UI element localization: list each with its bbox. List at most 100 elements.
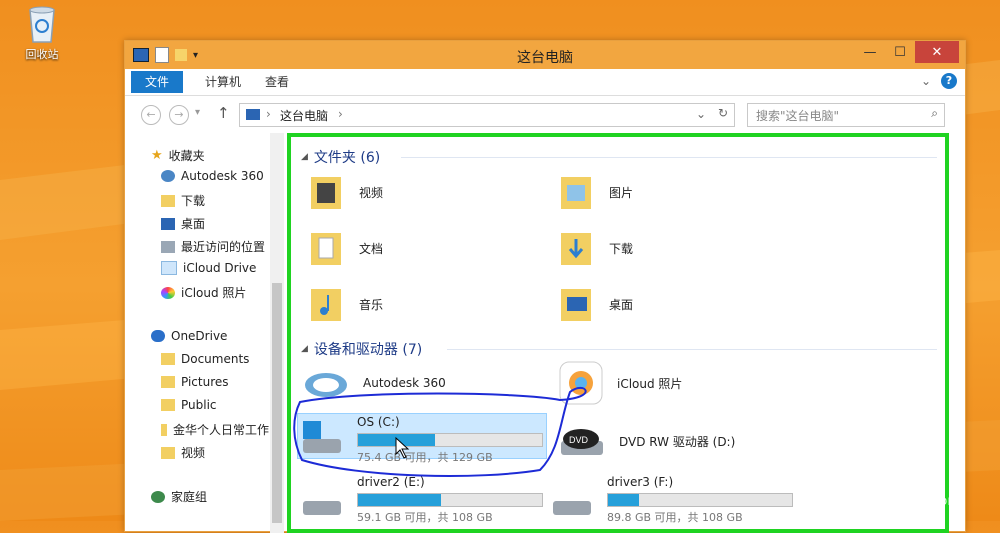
back-button[interactable]: ← xyxy=(141,105,161,125)
help-icon[interactable]: ? xyxy=(941,73,957,89)
documents-folder-icon xyxy=(311,233,341,265)
drive-d-dvd[interactable]: DVD DVD RW 驱动器 (D:) xyxy=(559,421,735,461)
downloads-folder-icon xyxy=(561,233,591,265)
ribbon-tabs: 文件 计算机 查看 ⌄ ? xyxy=(125,69,965,96)
navigation-pane: ★ 收藏夹 Autodesk 360 下载 桌面 最近访问的位置 iCloud … xyxy=(125,133,270,533)
drive-e-info: 59.1 GB 可用，共 108 GB xyxy=(357,511,493,524)
address-text: 这台电脑 xyxy=(280,109,329,123)
sidebar-scrollbar[interactable] xyxy=(270,133,284,533)
folder-desktop[interactable]: 桌面 xyxy=(559,285,633,323)
sidebar-item-public[interactable]: Public xyxy=(161,398,217,412)
sidebar-onedrive[interactable]: OneDrive xyxy=(151,329,227,343)
video-folder-icon xyxy=(311,177,341,209)
title-bar: ▾ 这台电脑 — ☐ ✕ xyxy=(125,41,965,69)
download-folder-icon xyxy=(161,194,175,207)
tab-file[interactable]: 文件 xyxy=(131,71,184,93)
recent-places-icon xyxy=(161,240,175,253)
cloud-icon xyxy=(161,170,175,182)
hard-drive-icon xyxy=(303,501,341,515)
dvd-drive-icon: DVD xyxy=(561,429,603,455)
recycle-bin-desktop-icon[interactable]: 回收站 xyxy=(14,4,70,62)
folder-icon xyxy=(161,423,167,436)
icloud-icon xyxy=(161,261,177,275)
chevron-right-icon[interactable]: › xyxy=(338,107,343,121)
maximize-button[interactable]: ☐ xyxy=(885,41,915,63)
autodesk-360-icon xyxy=(305,373,347,397)
folder-music[interactable]: 音乐 xyxy=(309,285,383,323)
svg-text:DVD: DVD xyxy=(569,435,589,445)
folder-icon xyxy=(161,353,175,365)
search-icon[interactable]: ⌕ xyxy=(931,106,938,121)
icloud-photos-icon xyxy=(559,361,603,405)
folder-icon xyxy=(161,399,175,411)
watermark-logo: Bai du 经验 xyxy=(766,445,944,480)
sidebar-item-recent[interactable]: 最近访问的位置 xyxy=(161,238,265,255)
forward-button[interactable]: → xyxy=(169,105,189,125)
chevron-right-icon: › xyxy=(266,107,271,121)
sidebar-item-icloud-drive[interactable]: iCloud Drive xyxy=(161,261,256,275)
devices-group-header[interactable]: ◢ 设备和驱动器 (7) xyxy=(301,339,422,359)
homegroup-icon xyxy=(151,490,165,503)
drive-f-name: driver3 (F:) xyxy=(607,475,674,489)
sidebar-item-autodesk-360[interactable]: Autodesk 360 xyxy=(161,169,264,183)
sidebar-favorites[interactable]: ★ 收藏夹 xyxy=(151,147,205,164)
close-button[interactable]: ✕ xyxy=(915,41,959,63)
minimize-button[interactable]: — xyxy=(855,41,885,63)
sidebar-item-documents[interactable]: Documents xyxy=(161,352,249,366)
folder-icon xyxy=(161,446,175,459)
recycle-bin-label: 回收站 xyxy=(25,48,59,61)
sidebar-homegroup[interactable]: 家庭组 xyxy=(151,488,207,505)
device-autodesk-360[interactable]: Autodesk 360 xyxy=(303,363,446,403)
onedrive-icon xyxy=(151,330,165,342)
sidebar-item-downloads[interactable]: 下载 xyxy=(161,192,205,209)
sidebar-item-daily-work[interactable]: 金华个人日常工作 xyxy=(161,421,269,438)
sidebar-item-icloud-photos[interactable]: iCloud 照片 xyxy=(161,284,246,301)
drive-e-name: driver2 (E:) xyxy=(357,475,425,489)
up-button[interactable]: ↑ xyxy=(217,104,230,122)
drive-f-usage-bar xyxy=(607,493,793,507)
drive-f-info: 89.8 GB 可用，共 108 GB xyxy=(607,511,743,524)
folders-group-header[interactable]: ◢ 文件夹 (6) xyxy=(301,147,380,167)
drive-e[interactable]: driver2 (E:) 59.1 GB 可用，共 108 GB xyxy=(299,475,543,524)
photos-icon xyxy=(161,286,175,299)
group-divider xyxy=(401,157,937,158)
expand-ribbon-icon[interactable]: ⌄ xyxy=(921,74,931,88)
folder-downloads[interactable]: 下载 xyxy=(559,229,633,267)
recycle-bin-icon xyxy=(29,6,55,43)
address-row: ← → ▾ ↑ › 这台电脑 › ⌄ ↻ 搜索"这台电脑" ⌕ xyxy=(125,95,965,133)
pictures-folder-icon xyxy=(561,177,591,209)
desktop-icon xyxy=(161,217,175,230)
folder-icon xyxy=(161,376,175,388)
collapse-triangle-icon: ◢ xyxy=(301,344,308,354)
collapse-triangle-icon: ◢ xyxy=(301,152,308,162)
sidebar-item-videos[interactable]: 视频 xyxy=(161,444,205,461)
computer-icon xyxy=(246,109,260,120)
address-dropdown-icon[interactable]: ⌄ xyxy=(696,107,706,121)
recent-locations-icon[interactable]: ▾ xyxy=(195,107,200,118)
refresh-icon[interactable]: ↻ xyxy=(718,106,728,120)
windows-drive-icon xyxy=(303,421,341,453)
drive-c-info: 75.4 GB 可用，共 129 GB xyxy=(357,451,493,464)
folder-pictures[interactable]: 图片 xyxy=(559,173,633,211)
sidebar-item-pictures[interactable]: Pictures xyxy=(161,375,229,389)
scroll-thumb[interactable] xyxy=(272,283,282,523)
star-icon: ★ xyxy=(151,148,163,163)
sidebar-item-desktop[interactable]: 桌面 xyxy=(161,215,205,232)
music-folder-icon xyxy=(311,289,341,321)
address-bar[interactable]: › 这台电脑 › ⌄ ↻ xyxy=(239,103,735,127)
folder-documents[interactable]: 文档 xyxy=(309,229,383,267)
tab-view[interactable]: 查看 xyxy=(251,71,303,93)
folder-videos[interactable]: 视频 xyxy=(309,173,383,211)
window-title: 这台电脑 xyxy=(517,50,573,66)
device-icloud-photos[interactable]: iCloud 照片 xyxy=(559,361,682,405)
watermark-url: jingyan.baidu.com xyxy=(840,494,960,509)
group-divider xyxy=(447,349,937,350)
tab-computer[interactable]: 计算机 xyxy=(191,71,255,93)
drive-c[interactable]: OS (C:) 75.4 GB 可用，共 129 GB xyxy=(299,415,543,464)
hard-drive-icon xyxy=(553,501,591,515)
search-placeholder: 搜索"这台电脑" xyxy=(756,109,840,123)
search-input[interactable]: 搜索"这台电脑" ⌕ xyxy=(747,103,945,127)
drive-f[interactable]: driver3 (F:) 89.8 GB 可用，共 108 GB xyxy=(549,475,793,524)
drive-c-name: OS (C:) xyxy=(357,415,400,429)
drive-e-usage-bar xyxy=(357,493,543,507)
